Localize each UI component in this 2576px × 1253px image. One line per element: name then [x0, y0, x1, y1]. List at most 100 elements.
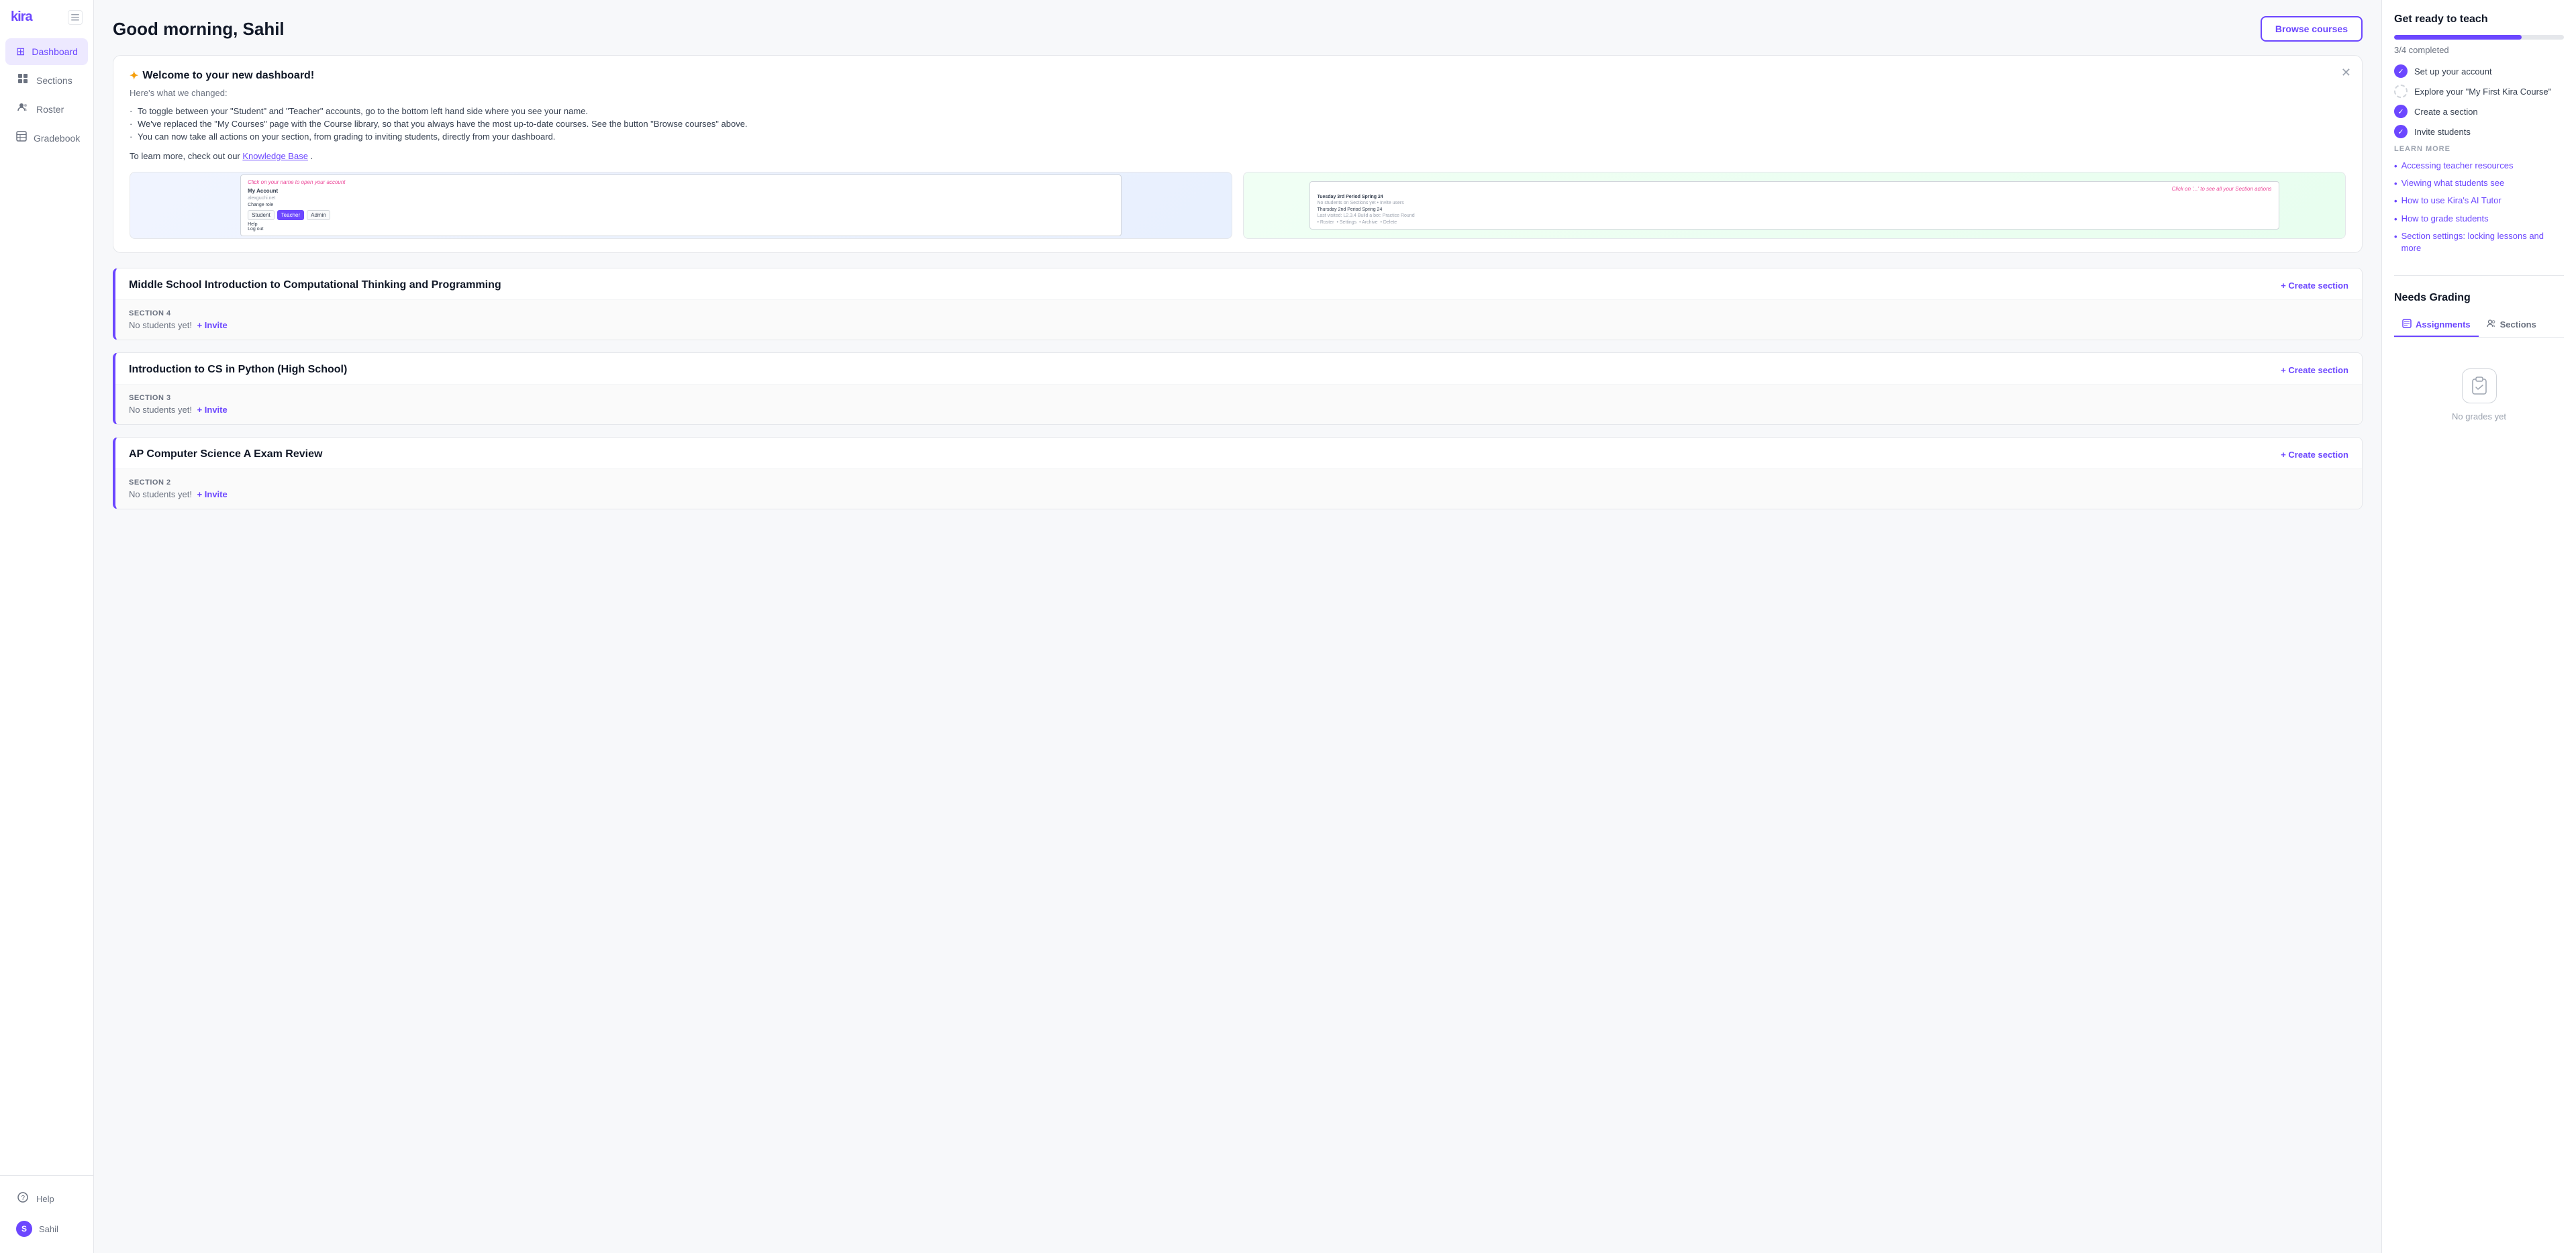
browse-courses-button[interactable]: Browse courses [2261, 16, 2363, 42]
checklist-label: Set up your account [2414, 66, 2492, 77]
app-logo: kira [11, 9, 32, 25]
main-content: Good morning, Sahil Browse courses ✕ ✦ W… [94, 0, 2381, 1253]
needs-grading-tabs: Assignments Sections [2394, 313, 2564, 338]
sidebar-item-dashboard[interactable]: ⊞ Dashboard [5, 38, 88, 65]
sidebar-item-user[interactable]: S Sahil [5, 1214, 88, 1244]
create-section-button[interactable]: + Create section [2281, 281, 2348, 291]
welcome-list: To toggle between your "Student" and "Te… [130, 105, 2346, 143]
section-label: SECTION 3 [129, 394, 2348, 402]
section-students: No students yet! + Invite [129, 405, 2348, 415]
course-header: Middle School Introduction to Computatio… [115, 268, 2362, 299]
close-banner-button[interactable]: ✕ [2341, 66, 2351, 79]
no-grades-text: No grades yet [2452, 411, 2506, 421]
invite-link[interactable]: + Invite [197, 320, 228, 330]
sparkle-icon: ✦ [130, 69, 138, 83]
get-ready-title: Get ready to teach [2394, 13, 2564, 26]
progress-text: 3/4 completed [2394, 45, 2564, 55]
sidebar-collapse-button[interactable] [68, 10, 83, 25]
sidebar-item-help[interactable]: ? Help [5, 1185, 88, 1213]
needs-grading-section: Needs Grading Assignments [2394, 292, 2564, 428]
sidebar-item-gradebook[interactable]: Gradebook [5, 124, 88, 152]
screenshot-left: Click on your name to open your account … [130, 172, 1232, 239]
learn-more-label: LEARN MORE [2394, 145, 2564, 153]
needs-grading-title: Needs Grading [2394, 292, 2564, 304]
learn-link-3[interactable]: • How to grade students [2394, 213, 2564, 225]
section-students: No students yet! + Invite [129, 320, 2348, 330]
courses-container: Middle School Introduction to Computatio… [113, 268, 2363, 509]
learn-link-2[interactable]: • How to use Kira's AI Tutor [2394, 195, 2564, 207]
course-title: Middle School Introduction to Computatio… [129, 279, 501, 291]
checklist-label: Invite students [2414, 127, 2471, 137]
avatar: S [16, 1221, 32, 1237]
sidebar-bottom: ? Help S Sahil [0, 1175, 93, 1253]
invite-link[interactable]: + Invite [197, 405, 228, 415]
learn-link-0[interactable]: • Accessing teacher resources [2394, 160, 2564, 172]
list-item: You can now take all actions on your sec… [130, 130, 2346, 143]
section-card: SECTION 2 No students yet! + Invite [115, 468, 2362, 509]
pending-icon [2394, 85, 2408, 98]
section-label: SECTION 4 [129, 309, 2348, 317]
sidebar-item-label: Gradebook [34, 133, 80, 144]
bullet-icon: • [2394, 178, 2397, 190]
sidebar-logo: kira [0, 0, 93, 32]
page-title: Good morning, Sahil [113, 19, 285, 40]
checklist-item-2: ✓ Create a section [2394, 105, 2564, 118]
welcome-banner: ✕ ✦ Welcome to your new dashboard! Here'… [113, 55, 2363, 253]
course-header: Introduction to CS in Python (High Schoo… [115, 353, 2362, 384]
collapse-icon [71, 14, 79, 21]
invite-link[interactable]: + Invite [197, 489, 228, 499]
section-card: SECTION 3 No students yet! + Invite [115, 384, 2362, 424]
roster-icon [16, 102, 30, 116]
sidebar-item-label: Roster [36, 104, 64, 115]
bullet-icon: • [2394, 231, 2397, 243]
tab-assignments[interactable]: Assignments [2394, 313, 2479, 337]
learn-more-text: To learn more, check out our Knowledge B… [130, 151, 2346, 161]
sidebar-item-label: Sections [36, 75, 72, 86]
learn-link-4[interactable]: • Section settings: locking lessons and … [2394, 230, 2564, 254]
right-panel: Get ready to teach 3/4 completed ✓ Set u… [2381, 0, 2576, 1253]
knowledge-base-link[interactable]: Knowledge Base [242, 151, 308, 161]
ss-right-caption: Click on '...' to see all your Section a… [1317, 186, 2271, 192]
bullet-icon: • [2394, 213, 2397, 225]
section-students: No students yet! + Invite [129, 489, 2348, 499]
get-ready-section: Get ready to teach 3/4 completed ✓ Set u… [2394, 13, 2564, 259]
svg-text:?: ? [21, 1195, 26, 1202]
welcome-subtitle: Here's what we changed: [130, 88, 2346, 98]
bullet-icon: • [2394, 195, 2397, 207]
help-icon: ? [16, 1192, 30, 1206]
checkmark-icon: ✓ [2394, 125, 2408, 138]
sidebar-item-label: Sahil [39, 1224, 58, 1234]
course-title: AP Computer Science A Exam Review [129, 448, 322, 460]
course-block: Middle School Introduction to Computatio… [113, 268, 2363, 340]
checklist-label: Explore your "My First Kira Course" [2414, 87, 2551, 97]
course-block: Introduction to CS in Python (High Schoo… [113, 352, 2363, 425]
learn-link-1[interactable]: • Viewing what students see [2394, 177, 2564, 190]
sections-tab-icon [2487, 319, 2496, 330]
ss-left-caption: Click on your name to open your account [248, 179, 1114, 185]
create-section-button[interactable]: + Create section [2281, 365, 2348, 375]
welcome-title: ✦ Welcome to your new dashboard! [130, 69, 2346, 83]
list-item: To toggle between your "Student" and "Te… [130, 105, 2346, 117]
panel-divider [2394, 275, 2564, 276]
learn-more-section: LEARN MORE • Accessing teacher resources… [2394, 145, 2564, 254]
course-header: AP Computer Science A Exam Review + Crea… [115, 438, 2362, 468]
no-grades-area: No grades yet [2394, 348, 2564, 428]
checklist-item-3: ✓ Invite students [2394, 125, 2564, 138]
progress-bar [2394, 35, 2564, 40]
screenshot-right: Click on '...' to see all your Section a… [1243, 172, 2346, 239]
checklist-item-0: ✓ Set up your account [2394, 64, 2564, 78]
section-label: SECTION 2 [129, 479, 2348, 487]
sidebar-item-roster[interactable]: Roster [5, 95, 88, 123]
checklist-label: Create a section [2414, 107, 2478, 117]
course-title: Introduction to CS in Python (High Schoo… [129, 364, 347, 376]
checkmark-icon: ✓ [2394, 64, 2408, 78]
section-card: SECTION 4 No students yet! + Invite [115, 299, 2362, 340]
sidebar-item-sections[interactable]: Sections [5, 66, 88, 94]
tab-sections[interactable]: Sections [2479, 313, 2544, 337]
sidebar-item-label: Dashboard [32, 46, 78, 57]
dashboard-icon: ⊞ [16, 45, 25, 58]
assignments-tab-icon [2402, 319, 2412, 330]
create-section-button[interactable]: + Create section [2281, 450, 2348, 460]
gradebook-icon [16, 131, 27, 145]
checkmark-icon: ✓ [2394, 105, 2408, 118]
